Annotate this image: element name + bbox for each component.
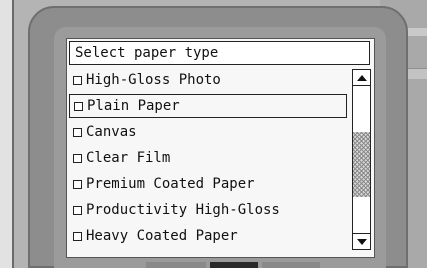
checkbox[interactable] [73,153,82,163]
list-item-label: Canvas [86,124,137,140]
hardware-button[interactable] [146,262,206,268]
list-item-premium-coated-paper[interactable]: Premium Coated Paper [69,171,349,197]
list-item-label: Plain Paper [87,98,180,114]
list-item-label: Heavy Coated Paper [86,228,238,244]
checkbox[interactable] [73,75,82,85]
device-left-edge [0,0,14,268]
list-item-clear-film[interactable]: Clear Film [69,145,349,171]
checkbox[interactable] [73,205,82,215]
list-item-label: Clear Film [86,150,171,166]
list-item-label: High-Gloss Photo [86,72,221,88]
list-item-canvas[interactable]: Canvas [69,119,349,145]
list-item-high-gloss-photo[interactable]: High-Gloss Photo [69,67,349,93]
list-item-label: Productivity High-Gloss [86,202,280,218]
scrollbar-track[interactable] [353,86,370,233]
scrollbar[interactable] [352,69,371,250]
list-item-productivity-high-gloss[interactable]: Productivity High-Gloss [69,197,349,223]
hardware-button[interactable] [210,262,258,268]
scroll-up-button[interactable] [353,70,370,86]
lcd-screen: Select paper type High-Gloss Photo Plain… [66,38,375,258]
arrow-up-icon [356,74,367,81]
list-item-heavy-coated-paper[interactable]: Heavy Coated Paper [69,223,349,249]
checkbox[interactable] [73,231,82,241]
checkbox[interactable] [73,179,82,189]
dialog-title: Select paper type [69,41,370,65]
checkbox[interactable] [73,127,82,137]
list-item-label: Premium Coated Paper [86,176,255,192]
list-item-plain-paper[interactable]: Plain Paper [69,94,347,118]
paper-type-list: High-Gloss Photo Plain Paper Canvas Clea… [69,67,349,257]
hardware-buttons [0,258,427,268]
scrollbar-thumb[interactable] [353,132,370,197]
scroll-down-button[interactable] [353,233,370,249]
checkbox[interactable] [74,101,83,111]
hardware-button[interactable] [262,262,320,268]
arrow-down-icon [356,238,367,245]
